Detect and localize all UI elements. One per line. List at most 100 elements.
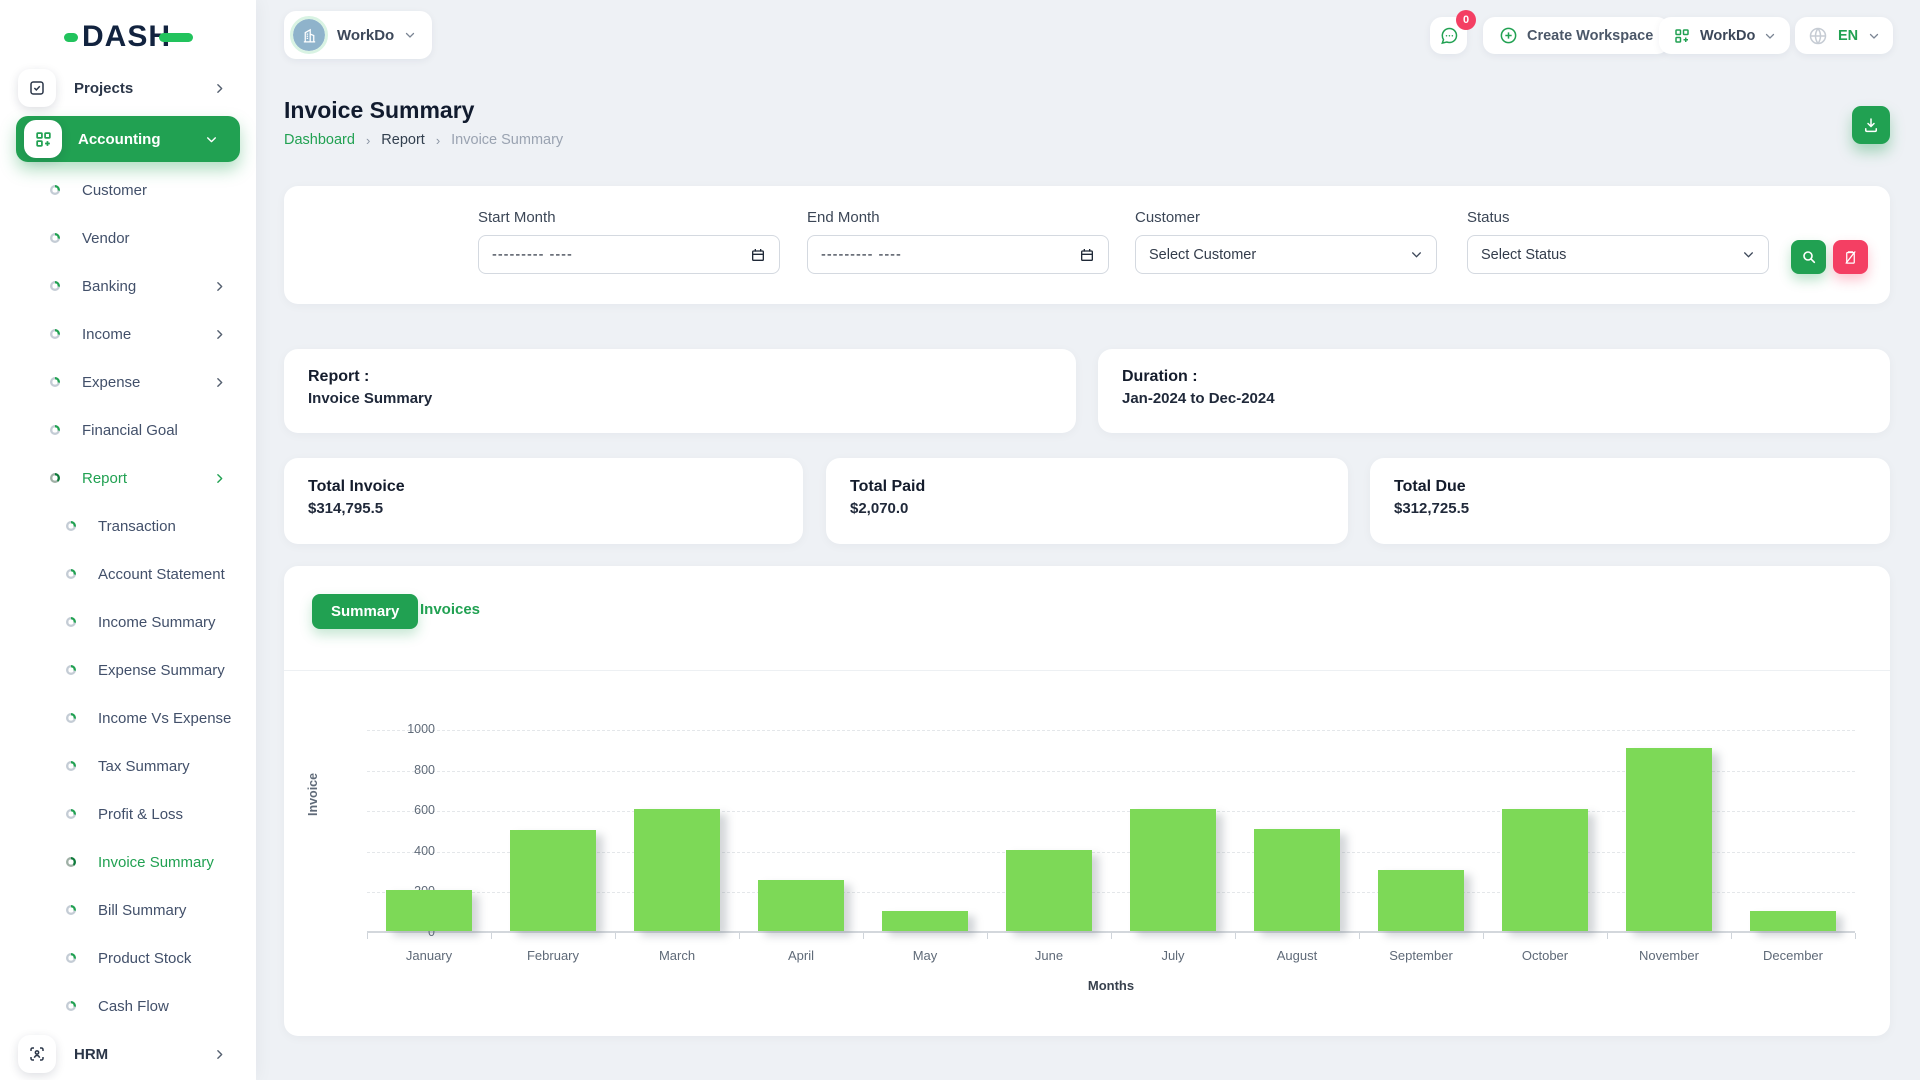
bullet-icon <box>50 425 60 435</box>
sidebar-item-expense[interactable]: Expense <box>0 358 256 406</box>
tab-summary[interactable]: Summary <box>312 594 418 629</box>
messages-button[interactable]: 0 <box>1430 17 1467 54</box>
bar-october <box>1502 809 1588 931</box>
sidebar-item-income-vs-expense[interactable]: Income Vs Expense <box>0 694 256 742</box>
total-invoice-value: $314,795.5 <box>308 500 779 517</box>
x-tick-label: August <box>1235 948 1359 963</box>
status-select[interactable]: Select Status <box>1467 235 1769 274</box>
y-axis-title: Invoice <box>306 773 320 816</box>
bullet-icon <box>66 857 76 867</box>
sidebar-item-label: Banking <box>82 278 136 295</box>
bar-june <box>1006 850 1092 931</box>
bar-may <box>882 911 968 931</box>
sidebar-item-product-stock[interactable]: Product Stock <box>0 934 256 982</box>
breadcrumb-dashboard[interactable]: Dashboard <box>284 132 355 148</box>
breadcrumb-report[interactable]: Report <box>381 132 425 148</box>
report-label: Report : <box>308 368 1052 386</box>
bar-august <box>1254 829 1340 932</box>
bullet-icon <box>50 377 60 387</box>
sidebar-item-label: Transaction <box>98 518 176 535</box>
chevron-right-icon: › <box>436 133 440 148</box>
sidebar-item-label: Income Vs Expense <box>98 710 231 727</box>
customer-select-value: Select Customer <box>1149 247 1410 263</box>
x-tick-mark <box>615 933 616 939</box>
language-code: EN <box>1838 28 1858 44</box>
notification-badge: 0 <box>1456 10 1476 30</box>
apply-filter-button[interactable] <box>1791 240 1826 274</box>
x-tick-mark <box>367 933 368 939</box>
sidebar-item-banking[interactable]: Banking <box>0 262 256 310</box>
sidebar-item-bill-summary[interactable]: Bill Summary <box>0 886 256 934</box>
start-month-input[interactable]: --------- ---- <box>478 235 780 274</box>
x-tick-label: January <box>367 948 491 963</box>
x-tick-mark <box>1359 933 1360 939</box>
status-label: Status <box>1467 209 1769 226</box>
workspace-selector[interactable]: WorkDo <box>284 11 432 59</box>
tab-invoices[interactable]: Invoices <box>420 601 480 618</box>
sidebar-item-report[interactable]: Report <box>0 454 256 502</box>
create-workspace-label: Create Workspace <box>1527 28 1653 44</box>
y-tick-label: 1000 <box>375 722 435 736</box>
search-icon <box>1801 249 1817 265</box>
sidebar-item-projects[interactable]: Projects <box>0 64 256 112</box>
summary-chart-card: Summary Invoices Invoice 020040060080010… <box>284 566 1890 1036</box>
chevron-down-icon <box>205 133 218 146</box>
sidebar-item-expense-summary[interactable]: Expense Summary <box>0 646 256 694</box>
create-workspace-button[interactable]: Create Workspace <box>1483 17 1669 54</box>
sidebar-item-transaction[interactable]: Transaction <box>0 502 256 550</box>
bar-february <box>510 830 596 932</box>
divider <box>284 670 1890 671</box>
total-paid-label: Total Paid <box>850 478 1324 496</box>
bar-january <box>386 890 472 931</box>
sidebar-item-vendor[interactable]: Vendor <box>0 214 256 262</box>
bullet-icon <box>66 905 76 915</box>
sidebar-item-income[interactable]: Income <box>0 310 256 358</box>
sidebar-item-label: Projects <box>74 80 133 97</box>
end-month-input[interactable]: --------- ---- <box>807 235 1109 274</box>
chevron-down-icon <box>1742 248 1755 261</box>
sidebar-item-customer[interactable]: Customer <box>0 166 256 214</box>
end-month-placeholder: --------- ---- <box>821 247 1079 263</box>
x-tick-label: December <box>1731 948 1855 963</box>
filter-panel: Start Month --------- ---- End Month ---… <box>284 186 1890 304</box>
breadcrumb-current: Invoice Summary <box>451 132 563 148</box>
reset-filter-button[interactable] <box>1833 240 1868 274</box>
bullet-icon <box>66 521 76 531</box>
bullet-icon <box>66 1001 76 1011</box>
duration-card: Duration : Jan-2024 to Dec-2024 <box>1098 349 1890 433</box>
bullet-icon <box>66 617 76 627</box>
sidebar-item-accounting[interactable]: Accounting <box>16 116 240 162</box>
x-tick-label: July <box>1111 948 1235 963</box>
sidebar-item-financial-goal[interactable]: Financial Goal <box>0 406 256 454</box>
bar-chart-plot: 02004006008001000JanuaryFebruaryMarchApr… <box>367 730 1855 933</box>
sidebar-item-income-summary[interactable]: Income Summary <box>0 598 256 646</box>
building-icon <box>293 19 325 51</box>
bullet-icon <box>50 233 60 243</box>
bar-july <box>1130 809 1216 931</box>
sidebar-item-label: Expense <box>82 374 140 391</box>
sidebar-item-profit-loss[interactable]: Profit & Loss <box>0 790 256 838</box>
sidebar-item-tax-summary[interactable]: Tax Summary <box>0 742 256 790</box>
sidebar-item-cash-flow[interactable]: Cash Flow <box>0 982 256 1030</box>
sidebar-item-label: Income <box>82 326 131 343</box>
app-logo[interactable]: DASH <box>64 22 193 52</box>
sidebar-item-label: Bill Summary <box>98 902 186 919</box>
report-value: Invoice Summary <box>308 390 1052 407</box>
report-name-card: Report : Invoice Summary <box>284 349 1076 433</box>
x-tick-label: May <box>863 948 987 963</box>
customer-label: Customer <box>1135 209 1437 226</box>
chevron-down-icon <box>1410 248 1423 261</box>
sidebar-item-label: Financial Goal <box>82 422 178 439</box>
logo-dash-icon <box>159 33 193 42</box>
gridline <box>367 730 1855 731</box>
sidebar-item-invoice-summary[interactable]: Invoice Summary <box>0 838 256 886</box>
customer-select[interactable]: Select Customer <box>1135 235 1437 274</box>
start-month-placeholder: --------- ---- <box>492 247 750 263</box>
language-selector[interactable]: EN <box>1795 17 1893 54</box>
sidebar-item-hrm[interactable]: HRM <box>0 1030 256 1078</box>
sidebar-item-account-statement[interactable]: Account Statement <box>0 550 256 598</box>
total-paid-card: Total Paid $2,070.0 <box>826 458 1348 544</box>
workdo-menu[interactable]: WorkDo <box>1659 17 1790 54</box>
download-button[interactable] <box>1852 106 1890 144</box>
bar-march <box>634 809 720 931</box>
